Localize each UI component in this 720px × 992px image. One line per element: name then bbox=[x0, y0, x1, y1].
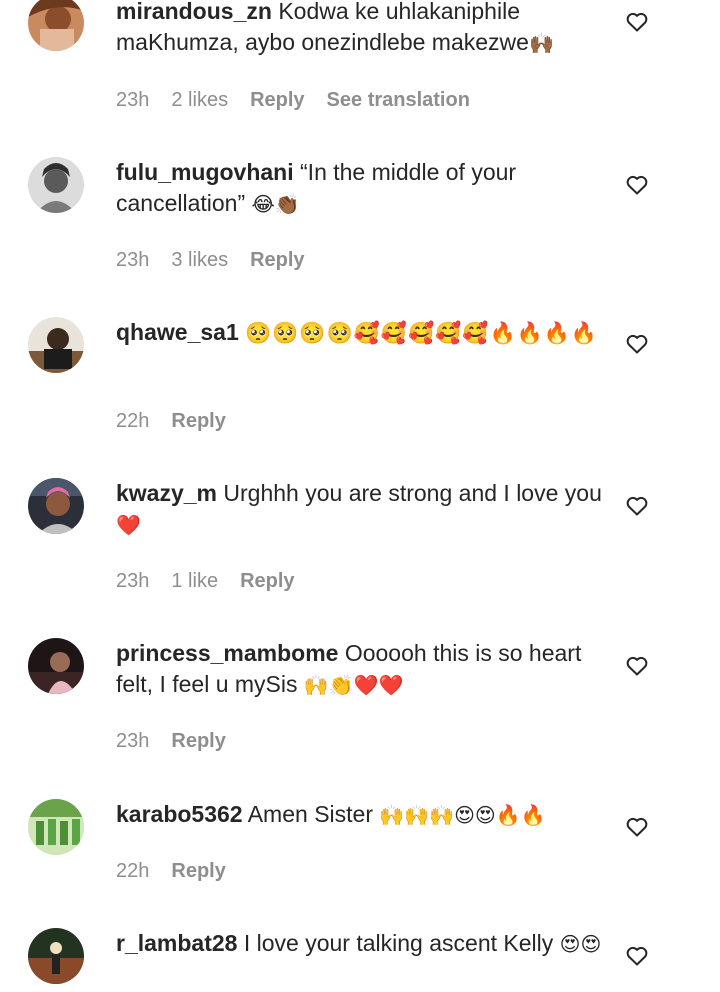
avatar[interactable] bbox=[28, 478, 84, 534]
comment-text: fulu_mugovhani “In the middle of your ca… bbox=[116, 157, 606, 221]
see-translation-button[interactable]: See translation bbox=[327, 89, 470, 112]
comment-meta: 23h Reply bbox=[116, 730, 226, 753]
comment-text: qhawe_sa1 🥺🥺🥺🥺🥰🥰🥰🥰🥰🔥🔥🔥🔥 bbox=[116, 317, 606, 349]
comment-time: 23h bbox=[116, 89, 150, 111]
comment-username[interactable]: kwazy_m bbox=[116, 480, 217, 506]
comment-time: 22h bbox=[116, 410, 150, 432]
comment-text: kwazy_m Urghhh you are strong and I love… bbox=[116, 478, 606, 542]
comment-likes[interactable]: 2 likes bbox=[171, 89, 228, 112]
comment-username[interactable]: r_lambat28 bbox=[116, 930, 237, 956]
emoji-string: 🙌🙌🙌😍😍🔥🔥 bbox=[379, 805, 546, 827]
comment-likes[interactable]: 1 like bbox=[171, 570, 218, 593]
comment-username[interactable]: qhawe_sa1 bbox=[116, 319, 239, 345]
heart-outline-icon[interactable] bbox=[625, 944, 649, 968]
comment-likes[interactable]: 3 likes bbox=[171, 249, 228, 272]
reply-button[interactable]: Reply bbox=[240, 570, 294, 593]
heart-outline-icon[interactable] bbox=[625, 332, 649, 356]
comment-username[interactable]: karabo5362 bbox=[116, 801, 243, 827]
comment-body: Urghhh you are strong and I love you bbox=[223, 480, 602, 506]
avatar[interactable] bbox=[28, 0, 84, 51]
emoji-string: 🥺🥺🥺🥺🥰🥰🥰🥰🥰🔥🔥🔥🔥 bbox=[245, 322, 599, 345]
comment-text: mirandous_zn Kodwa ke uhlakaniphile maKh… bbox=[116, 0, 606, 60]
comment-username[interactable]: fulu_mugovhani bbox=[116, 159, 294, 185]
comment-body: I love your talking ascent Kelly bbox=[243, 930, 554, 956]
avatar[interactable] bbox=[28, 928, 84, 984]
heart-outline-icon[interactable] bbox=[625, 494, 649, 518]
comment-time: 23h bbox=[116, 730, 150, 752]
reply-button[interactable]: Reply bbox=[250, 249, 304, 272]
emoji-string: 🙌👏❤️❤️ bbox=[303, 675, 404, 697]
emoji-string: ❤️ bbox=[116, 515, 141, 537]
avatar[interactable] bbox=[28, 638, 84, 694]
emoji-string: 🙌🏾 bbox=[528, 33, 554, 55]
comment-username[interactable]: princess_mambome bbox=[116, 640, 338, 666]
reply-button[interactable]: Reply bbox=[171, 410, 225, 433]
heart-outline-icon[interactable] bbox=[625, 815, 649, 839]
heart-outline-icon[interactable] bbox=[625, 173, 649, 197]
comment-meta: 22h Reply bbox=[116, 410, 226, 433]
emoji-string: 😂👏🏾 bbox=[251, 194, 300, 216]
comment-username[interactable]: mirandous_zn bbox=[116, 0, 272, 24]
comment-meta: 23h 2 likes Reply See translation bbox=[116, 89, 470, 112]
avatar[interactable] bbox=[28, 799, 84, 855]
heart-outline-icon[interactable] bbox=[625, 654, 649, 678]
comment-time: 23h bbox=[116, 249, 150, 271]
reply-button[interactable]: Reply bbox=[250, 89, 304, 112]
reply-button[interactable]: Reply bbox=[171, 730, 225, 753]
comment-meta: 22h Reply bbox=[116, 860, 226, 883]
comment-body: Amen Sister bbox=[247, 801, 373, 827]
comment-text: princess_mambome Oooooh this is so heart… bbox=[116, 638, 606, 702]
heart-outline-icon[interactable] bbox=[625, 10, 649, 34]
comment-text: r_lambat28 I love your talking ascent Ke… bbox=[116, 928, 606, 961]
comment-meta: 23h 1 like Reply bbox=[116, 570, 295, 593]
comment-meta: 23h 3 likes Reply bbox=[116, 249, 305, 272]
avatar[interactable] bbox=[28, 317, 84, 373]
comment-time: 23h bbox=[116, 570, 150, 592]
comment-time: 22h bbox=[116, 860, 150, 882]
avatar[interactable] bbox=[28, 157, 84, 213]
emoji-string: 😍😍 bbox=[559, 934, 602, 956]
comment-text: karabo5362 Amen Sister 🙌🙌🙌😍😍🔥🔥 bbox=[116, 799, 606, 832]
reply-button[interactable]: Reply bbox=[171, 860, 225, 883]
